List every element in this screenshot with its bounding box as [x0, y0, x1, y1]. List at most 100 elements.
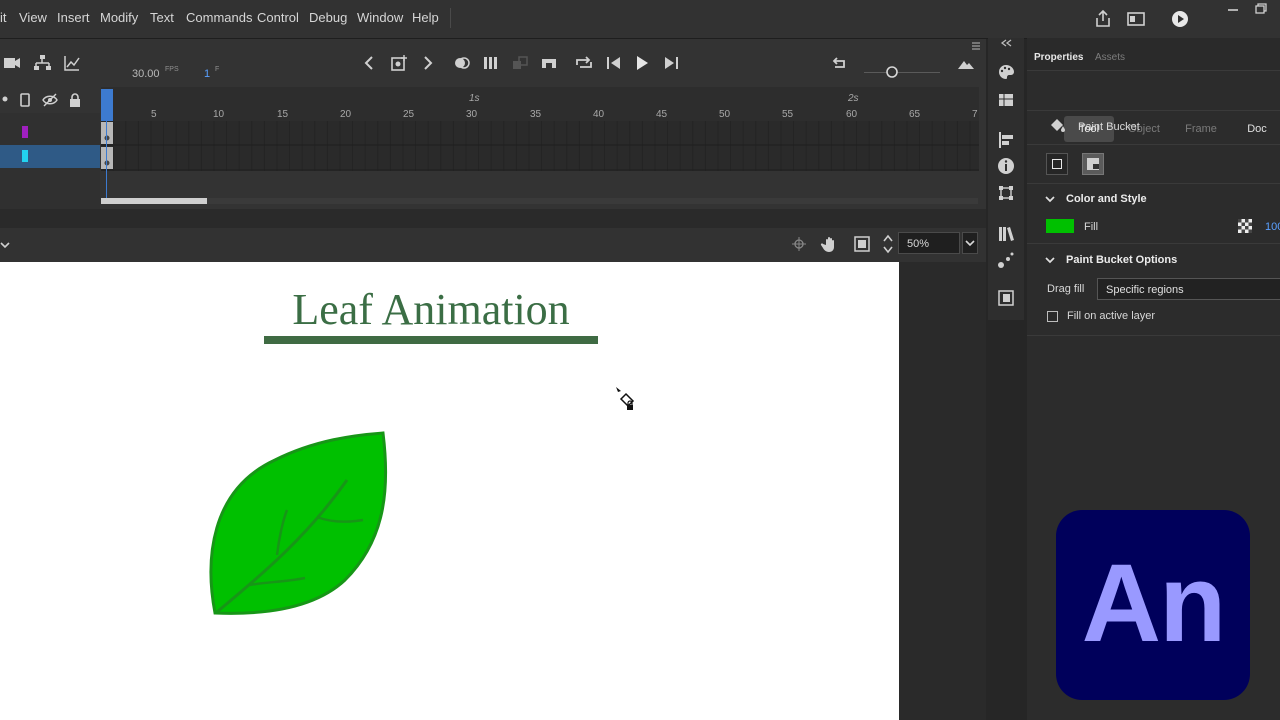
fill-label: Fill	[1084, 221, 1099, 233]
layer-row[interactable]	[0, 121, 100, 145]
menu-window[interactable]: Window	[357, 10, 403, 25]
stage-title-text[interactable]: Leaf Animation	[266, 284, 596, 335]
ruler-number: 60	[846, 109, 858, 120]
layer-color-swatch	[22, 126, 28, 138]
ruler-number: 25	[403, 109, 415, 120]
zoom-input[interactable]: 50%	[898, 232, 960, 254]
divider	[1027, 335, 1280, 336]
ruler-number: 45	[656, 109, 668, 120]
ruler-number: 5	[151, 109, 157, 120]
workspace-icon[interactable]	[1126, 9, 1146, 29]
transform-icon[interactable]	[996, 183, 1016, 203]
layer-row-selected[interactable]	[0, 145, 100, 168]
test-movie-icon[interactable]	[1170, 9, 1190, 29]
panel-menu-icon[interactable]	[970, 41, 982, 51]
menu-commands[interactable]: Commands	[186, 10, 252, 25]
align-icon[interactable]	[996, 130, 1016, 150]
step-forward-icon[interactable]	[661, 53, 681, 73]
menu-edit[interactable]: it	[0, 10, 7, 25]
ruler-number: 10	[213, 109, 225, 120]
share-icon[interactable]	[1093, 9, 1113, 29]
layers-panel	[0, 87, 100, 209]
visibility-off-icon[interactable]	[42, 92, 58, 108]
center-stage-icon[interactable]	[791, 236, 807, 252]
fill-active-layer-checkbox[interactable]	[1047, 311, 1058, 322]
fps-value[interactable]: 30.00	[132, 68, 160, 80]
divider	[1027, 144, 1280, 145]
checker-icon[interactable]	[1238, 219, 1252, 233]
layer-header	[0, 87, 100, 113]
chevron-down-icon[interactable]	[1044, 194, 1056, 204]
playhead[interactable]	[101, 89, 113, 121]
chevron-left-icon[interactable]	[359, 53, 379, 73]
menu-insert[interactable]: Insert	[57, 10, 90, 25]
info-icon[interactable]	[996, 156, 1016, 176]
panel-icon-strip	[988, 38, 1024, 320]
menu-debug[interactable]: Debug	[309, 10, 347, 25]
drag-fill-label: Drag fill	[1047, 283, 1085, 295]
animate-logo-text: An	[1081, 542, 1227, 665]
zoom-stepper-icon[interactable]	[881, 232, 895, 256]
subtab-frame[interactable]: Frame	[1176, 116, 1226, 142]
frame-value[interactable]: 1	[204, 68, 210, 80]
splitter[interactable]	[0, 209, 986, 228]
graph-icon[interactable]	[62, 53, 82, 73]
playhead-line	[106, 121, 107, 199]
color-style-heading[interactable]: Color and Style	[1066, 193, 1147, 205]
clip-stage-icon[interactable]	[853, 235, 871, 253]
timeline-zoom-handle[interactable]	[885, 65, 899, 79]
loop-icon[interactable]	[574, 53, 594, 73]
layer-parenting-icon[interactable]	[32, 53, 52, 73]
fill-color-swatch[interactable]	[1046, 219, 1074, 233]
menu-text[interactable]: Text	[150, 10, 174, 25]
zoom-dropdown[interactable]	[962, 232, 978, 254]
tab-properties[interactable]: Properties	[1034, 52, 1083, 63]
object-drawing-toggle[interactable]	[1046, 153, 1068, 175]
undo-zoom-icon[interactable]	[830, 53, 850, 73]
onion-skin-icon[interactable]	[452, 53, 472, 73]
frames-grid[interactable]	[101, 121, 979, 171]
highlight-layer-icon[interactable]	[18, 92, 32, 108]
camera-icon[interactable]	[2, 53, 22, 73]
motion-presets-icon[interactable]	[996, 250, 1016, 270]
library-icon[interactable]	[996, 224, 1016, 244]
step-back-icon[interactable]	[604, 53, 624, 73]
chevron-right-icon[interactable]	[418, 53, 438, 73]
hand-icon[interactable]	[820, 234, 840, 254]
paint-bucket-options-heading[interactable]: Paint Bucket Options	[1066, 254, 1177, 266]
paint-bucket-cursor-icon	[616, 387, 635, 410]
menu-view[interactable]: View	[19, 10, 47, 25]
title-underline[interactable]	[264, 336, 598, 344]
menu-help[interactable]: Help	[412, 10, 439, 25]
tab-assets[interactable]: Assets	[1095, 52, 1125, 63]
chevron-down-icon[interactable]	[1044, 255, 1056, 265]
drag-fill-select[interactable]: Specific regions	[1097, 278, 1280, 300]
frame-center-icon[interactable]	[539, 53, 559, 73]
menu-modify[interactable]: Modify	[100, 10, 138, 25]
minimize-icon[interactable]	[1224, 2, 1242, 16]
edit-multiple-frames-icon[interactable]	[481, 53, 501, 73]
lock-icon[interactable]	[68, 92, 82, 108]
keyframe-insert-icon[interactable]	[389, 53, 409, 73]
ruler-number: 65	[909, 109, 921, 120]
divider	[1027, 110, 1280, 111]
leaf-shape[interactable]	[205, 430, 395, 620]
fill-alpha[interactable]: 100	[1265, 221, 1280, 233]
restore-icon[interactable]	[1252, 2, 1270, 16]
chevron-down-icon[interactable]	[0, 238, 10, 252]
subtab-doc[interactable]: Doc	[1232, 116, 1280, 142]
menu-control[interactable]: Control	[257, 10, 299, 25]
timeline-zoom-track[interactable]	[864, 72, 940, 73]
components-icon[interactable]	[996, 288, 1016, 308]
color-palette-icon[interactable]	[996, 62, 1016, 82]
timeline-scrollbar[interactable]	[101, 198, 978, 204]
collapse-panels-icon[interactable]	[1000, 38, 1012, 48]
mountain-icon[interactable]	[956, 53, 976, 73]
dot-icon	[2, 96, 8, 102]
timeline-scroll-thumb[interactable]	[101, 198, 207, 204]
ruler-number: 35	[530, 109, 542, 120]
play-icon[interactable]	[632, 53, 652, 73]
lock-fill-toggle[interactable]	[1082, 153, 1104, 175]
timeline-toolbar: 30.00 FPS 1 F	[0, 39, 986, 87]
swatches-icon[interactable]	[996, 90, 1016, 110]
